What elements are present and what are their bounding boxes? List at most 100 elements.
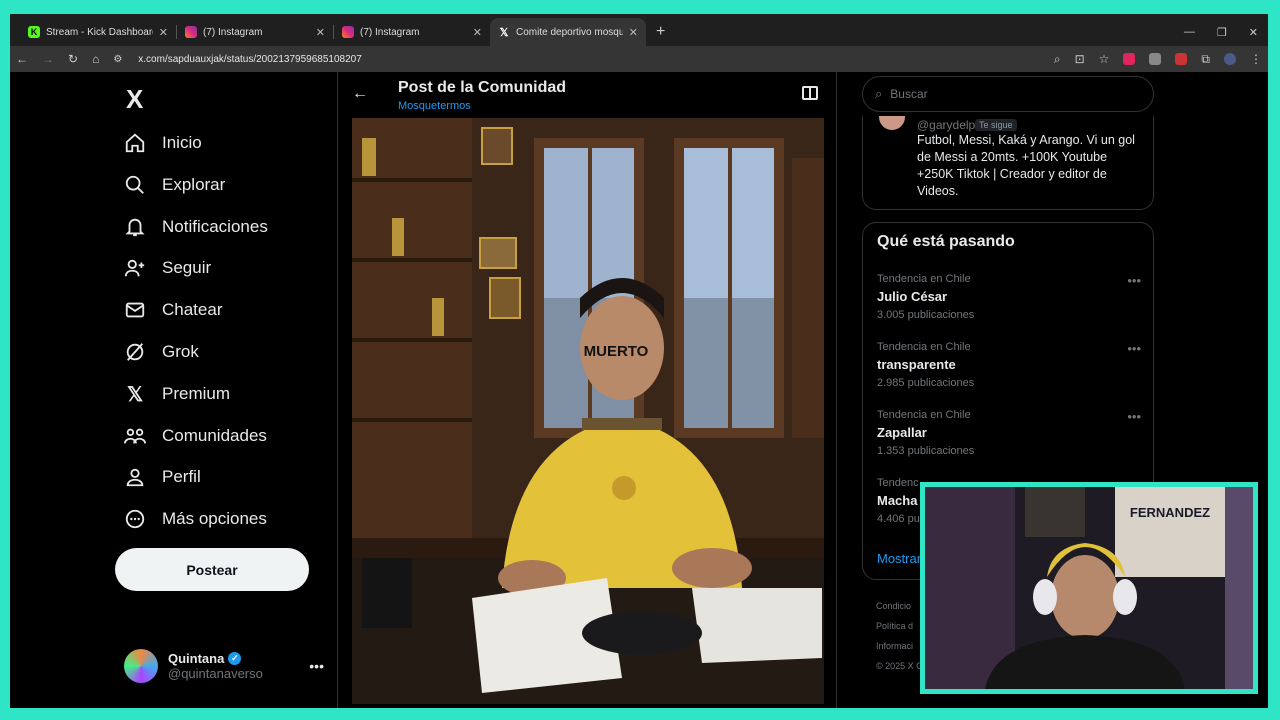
suggested-user-card: @garydelphi... Te sigue Futbol, Messi, K…	[862, 116, 1154, 210]
person-icon	[124, 466, 146, 488]
trend-item[interactable]: Tendencia en Chile Zapallar 1.353 public…	[877, 409, 1141, 469]
instagram-icon	[342, 26, 354, 38]
search-box[interactable]: ⌕	[862, 76, 1154, 112]
instagram-icon	[185, 26, 197, 38]
x-logo[interactable]: X	[126, 84, 143, 115]
nav-seguir[interactable]: Seguir	[124, 253, 211, 283]
back-icon[interactable]: ←	[16, 52, 28, 66]
minimize-icon[interactable]: —	[1184, 26, 1195, 38]
nav-perfil[interactable]: Perfil	[124, 462, 201, 492]
tab-kick[interactable]: K Stream - Kick Dashboard ✕	[20, 18, 176, 46]
trend-count: 2.985 publicaciones	[877, 377, 975, 389]
reader-mode-icon[interactable]	[802, 86, 818, 100]
page-title: Post de la Comunidad	[398, 79, 567, 96]
tab-instagram-2[interactable]: (7) Instagram ✕	[334, 18, 490, 46]
trend-item[interactable]: Tendencia en Chile Julio César 3.005 pub…	[877, 273, 1141, 333]
communities-icon	[124, 425, 146, 447]
trend-name: Julio César	[877, 289, 948, 304]
nav-premium[interactable]: 𝕏 Premium	[124, 379, 230, 409]
reload-icon[interactable]: ↻	[68, 52, 78, 66]
x-icon: 𝕏	[499, 26, 509, 39]
more-icon[interactable]: •••	[309, 658, 324, 674]
post-image[interactable]: MUERTO	[352, 118, 824, 704]
back-arrow-icon[interactable]: ←	[352, 85, 368, 103]
tab-label: (7) Instagram	[360, 26, 420, 38]
profile-icon[interactable]	[1224, 53, 1236, 65]
nav-label: Seguir	[162, 258, 212, 277]
close-icon[interactable]: ✕	[473, 26, 482, 39]
menu-icon[interactable]: ⋮	[1250, 52, 1262, 66]
close-icon[interactable]: ✕	[159, 26, 168, 39]
more-icon[interactable]: •••	[1127, 409, 1141, 424]
forehead-text: MUERTO	[584, 343, 649, 360]
kick-icon: K	[28, 26, 40, 38]
nav-label: Premium	[162, 384, 231, 403]
avatar	[124, 649, 158, 683]
trend-context: Tendencia en Chile	[877, 273, 971, 285]
nav-label: Explorar	[162, 175, 226, 194]
home-icon[interactable]: ⌂	[92, 52, 99, 66]
more-icon[interactable]: •••	[1127, 273, 1141, 288]
nav-label: Más opciones	[162, 509, 267, 528]
tab-x-post[interactable]: 𝕏 Comite deportivo mosqueterm... ✕	[490, 18, 646, 46]
bell-icon	[124, 216, 146, 238]
bookmark-star-icon[interactable]: ☆	[1099, 52, 1110, 66]
more-icon[interactable]: •••	[1127, 341, 1141, 356]
nav-mas-opciones[interactable]: Más opciones	[124, 504, 267, 534]
community-link[interactable]: Mosquetermos	[398, 100, 471, 112]
maximize-icon[interactable]: ❐	[1217, 26, 1227, 39]
nav-label: Inicio	[162, 133, 202, 152]
tab-label: Stream - Kick Dashboard	[46, 26, 153, 38]
trend-count: 3.005 publicaciones	[877, 309, 975, 321]
home-icon	[124, 132, 146, 154]
site-info-icon[interactable]: ⚙	[113, 54, 122, 65]
grok-icon	[124, 341, 146, 363]
webcam-overlay: FERNANDEZ	[920, 482, 1258, 694]
install-icon[interactable]: ⊡	[1075, 52, 1085, 66]
close-icon[interactable]: ✕	[629, 26, 638, 39]
account-switcher[interactable]: Quintana ✓ @quintanaverso •••	[124, 646, 324, 686]
left-nav: X Inicio Explorar Notificaciones Seguir …	[114, 72, 324, 708]
trend-context: Tendencia en Chile	[877, 409, 971, 421]
trend-count: 1.353 publicaciones	[877, 445, 975, 457]
tab-label: (7) Instagram	[203, 26, 263, 38]
trend-item[interactable]: Tendencia en Chile transparente 2.985 pu…	[877, 341, 1141, 401]
extensions-puzzle-icon[interactable]: ⧉	[1201, 52, 1210, 67]
screen-frame: K Stream - Kick Dashboard ✕ (7) Instagra…	[10, 14, 1268, 708]
nav-label: Notificaciones	[162, 217, 268, 236]
trend-name: transparente	[877, 357, 956, 372]
nav-notificaciones[interactable]: Notificaciones	[124, 212, 268, 242]
new-tab-button[interactable]: +	[646, 18, 675, 46]
nav-explorar[interactable]: Explorar	[124, 170, 225, 200]
zoom-icon[interactable]: ⌕	[1054, 52, 1061, 67]
close-icon[interactable]: ✕	[316, 26, 325, 39]
nav-inicio[interactable]: Inicio	[124, 128, 202, 158]
nav-label: Perfil	[162, 467, 201, 486]
profile-handle: @quintanaverso	[168, 666, 263, 681]
post-button[interactable]: Postear	[115, 548, 309, 591]
nav-comunidades[interactable]: Comunidades	[124, 421, 267, 451]
nav-chatear[interactable]: Chatear	[124, 295, 222, 325]
tab-instagram-1[interactable]: (7) Instagram ✕	[177, 18, 333, 46]
address-bar: ← → ↻ ⌂ ⚙ x.com/sapduauxjak/status/20021…	[10, 46, 1268, 72]
forward-icon[interactable]: →	[42, 52, 54, 66]
search-icon	[124, 174, 146, 196]
add-user-icon	[124, 257, 146, 279]
search-icon: ⌕	[875, 86, 883, 101]
trend-context: Tendencia en Chile	[877, 341, 971, 353]
verified-icon: ✓	[228, 652, 242, 665]
avatar	[879, 116, 905, 130]
show-more-link[interactable]: Mostrar	[877, 551, 921, 566]
post-column: ← Post de la Comunidad Mosquetermos MUER…	[337, 72, 837, 708]
close-window-icon[interactable]: ✕	[1249, 26, 1258, 39]
extension-icon[interactable]	[1175, 53, 1188, 65]
search-input[interactable]	[890, 87, 1121, 101]
more-circle-icon	[124, 508, 146, 530]
extension-icon[interactable]	[1123, 53, 1136, 65]
nav-label: Chatear	[162, 300, 223, 319]
extension-icon[interactable]	[1149, 53, 1162, 65]
url-field[interactable]: x.com/sapduauxjak/status/200213795968510…	[138, 54, 362, 65]
nav-label: Comunidades	[162, 426, 267, 445]
tab-label: Comite deportivo mosqueterm...	[516, 26, 623, 38]
nav-grok[interactable]: Grok	[124, 337, 199, 367]
